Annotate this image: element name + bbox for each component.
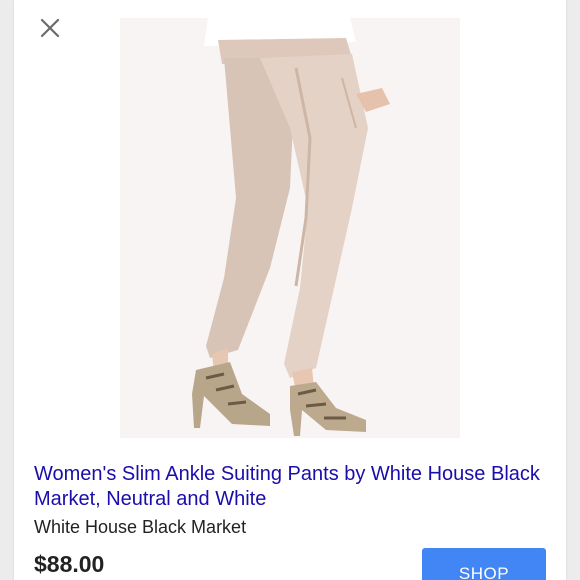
shop-button[interactable]: SHOP: [422, 548, 546, 580]
seller-name: White House Black Market: [34, 517, 247, 537]
close-button[interactable]: [36, 14, 64, 42]
product-title-link[interactable]: Women's Slim Ankle Suiting Pants by Whit…: [34, 462, 554, 512]
product-price: $88.00: [34, 551, 105, 577]
close-icon: [40, 18, 60, 38]
product-card: Women's Slim Ankle Suiting Pants by Whit…: [14, 0, 566, 580]
product-image[interactable]: [120, 18, 460, 438]
product-photo: [120, 18, 460, 438]
